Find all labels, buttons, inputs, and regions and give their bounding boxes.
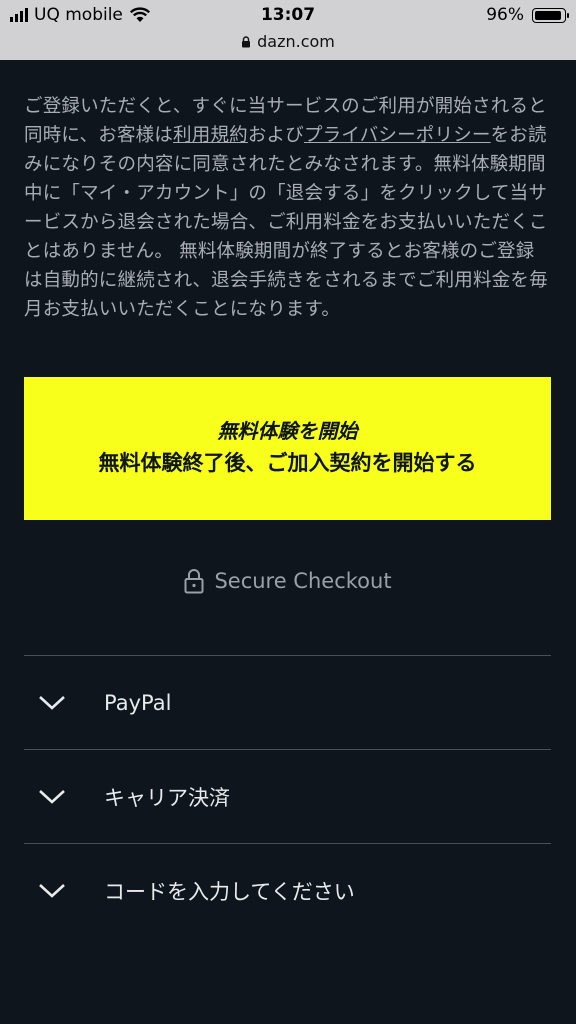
cta-title: 無料体験を開始 [217, 419, 358, 443]
legal-text-3: をお読みになりその内容に同意されたとみなされます。無料体験期間中に「マイ・アカウ… [24, 125, 548, 320]
cta-subtitle: 無料体験終了後、ご加入契約を開始する [98, 451, 477, 475]
battery-info: 96% [486, 5, 569, 25]
chevron-down-icon [39, 789, 65, 804]
payment-option-code[interactable]: コードを入力してください [24, 843, 551, 937]
payment-option-label: PayPal [104, 690, 172, 715]
status-bar: UQ mobile 13:07 96% dazn.com [0, 0, 576, 60]
chevron-down-icon [39, 695, 65, 710]
lock-icon [242, 35, 251, 47]
start-free-trial-button[interactable]: 無料体験を開始 無料体験終了後、ご加入契約を開始する [24, 377, 551, 520]
secure-checkout: Secure Checkout [0, 568, 576, 594]
url-text: dazn.com [257, 32, 335, 51]
privacy-policy-link[interactable]: プライバシーポリシー [304, 125, 491, 146]
battery-percent: 96% [486, 5, 524, 25]
battery-icon [532, 7, 569, 23]
padlock-icon [184, 569, 204, 594]
secure-checkout-label: Secure Checkout [214, 569, 392, 593]
address-bar[interactable]: dazn.com [0, 32, 576, 51]
payment-option-carrier[interactable]: キャリア決済 [24, 749, 551, 843]
payment-options: PayPal キャリア決済 コードを入力してください [24, 655, 551, 937]
payment-option-label: キャリア決済 [104, 785, 230, 810]
legal-text-2: および [247, 125, 304, 146]
payment-option-label: コードを入力してください [104, 879, 355, 904]
terms-link[interactable]: 利用規約 [173, 125, 248, 146]
chevron-down-icon [39, 883, 65, 898]
legal-notice: ご登録いただくと、すぐに当サービスのご利用が開始されると同時に、お客様は利用規約… [24, 92, 552, 324]
payment-option-paypal[interactable]: PayPal [24, 655, 551, 749]
